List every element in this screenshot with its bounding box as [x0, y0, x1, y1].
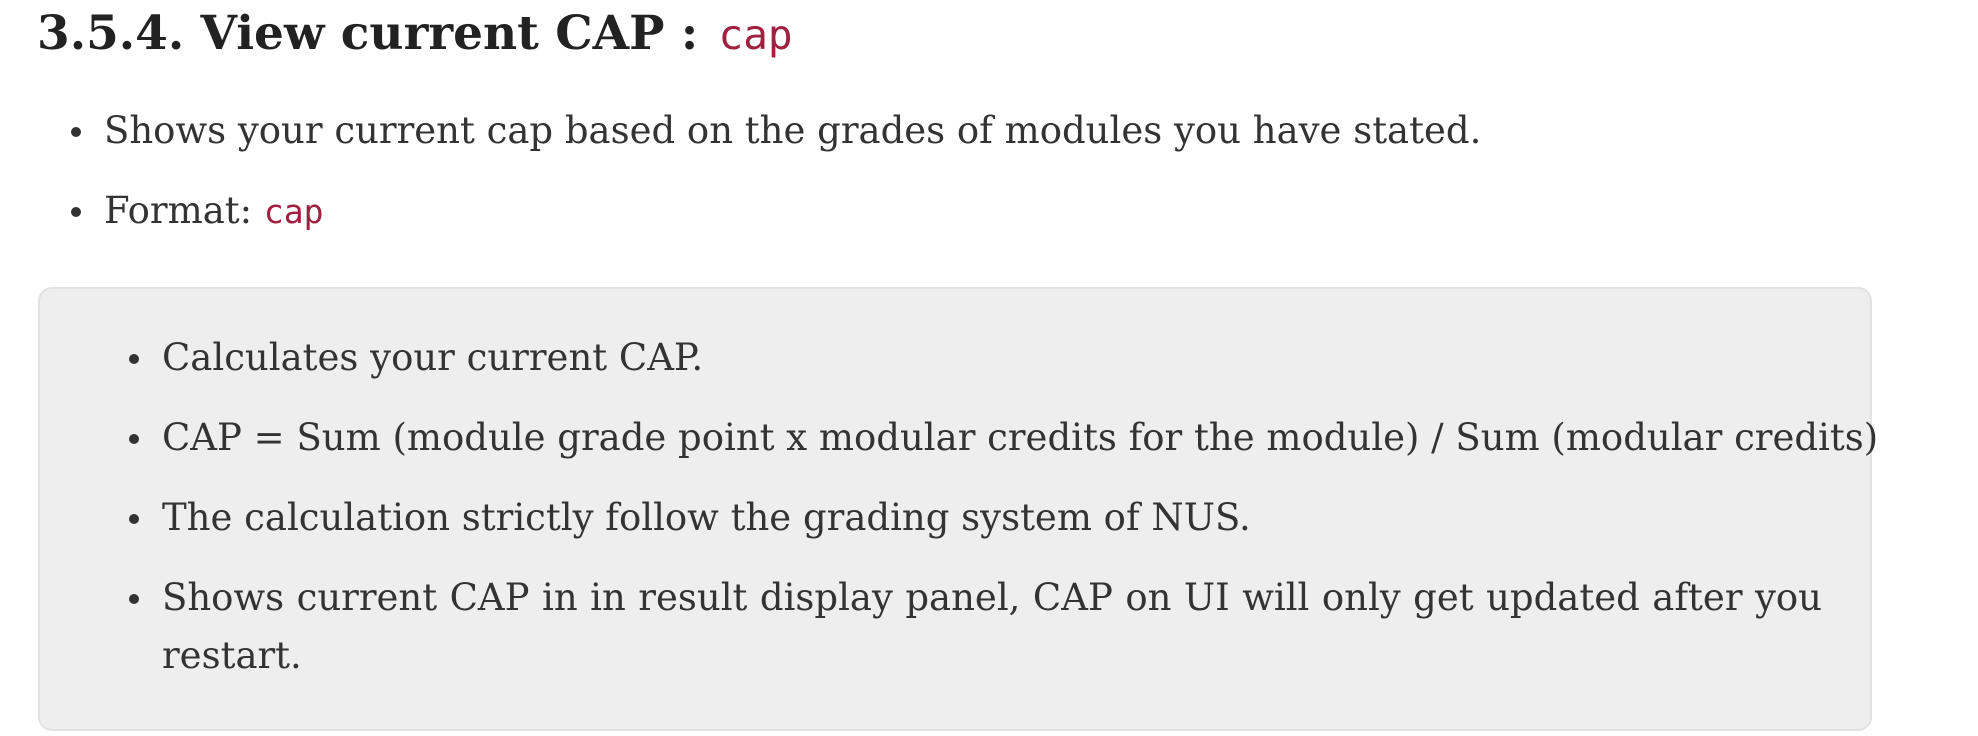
note-text: Calculates your current CAP. — [162, 336, 704, 379]
note-box: Calculates your current CAP. CAP = Sum (… — [38, 287, 1878, 731]
note-list: Calculates your current CAP. CAP = Sum (… — [40, 329, 1878, 707]
section-heading: 3.5.4. View current CAP : cap — [37, 2, 793, 67]
list-item: The calculation strictly follow the grad… — [40, 489, 1874, 547]
note-text: The calculation strictly follow the grad… — [162, 496, 1251, 539]
format-label: Format: — [104, 189, 264, 232]
heading-title: 3.5.4. View current CAP : — [37, 6, 715, 61]
list-item: Calculates your current CAP. — [40, 329, 1874, 387]
note-text: CAP = Sum (module grade point x modular … — [162, 416, 1879, 459]
bullet-icon — [71, 207, 81, 217]
bullet-icon — [129, 434, 139, 444]
bullet-icon — [129, 514, 139, 524]
note-text: Shows current CAP in in result display p… — [162, 576, 1822, 677]
list-item: Shows your current cap based on the grad… — [37, 102, 1837, 160]
summary-list: Shows your current cap based on the grad… — [37, 102, 1837, 262]
list-item: Shows current CAP in in result display p… — [40, 569, 1874, 685]
bullet-icon — [129, 354, 139, 364]
list-item: CAP = Sum (module grade point x modular … — [40, 409, 1878, 467]
bullet-icon — [129, 594, 139, 604]
bullet-icon — [71, 127, 81, 137]
format-code: cap — [263, 192, 324, 231]
heading-command-code: cap — [718, 11, 793, 59]
list-item: Format: cap — [37, 182, 1837, 240]
summary-text: Shows your current cap based on the grad… — [104, 109, 1482, 152]
